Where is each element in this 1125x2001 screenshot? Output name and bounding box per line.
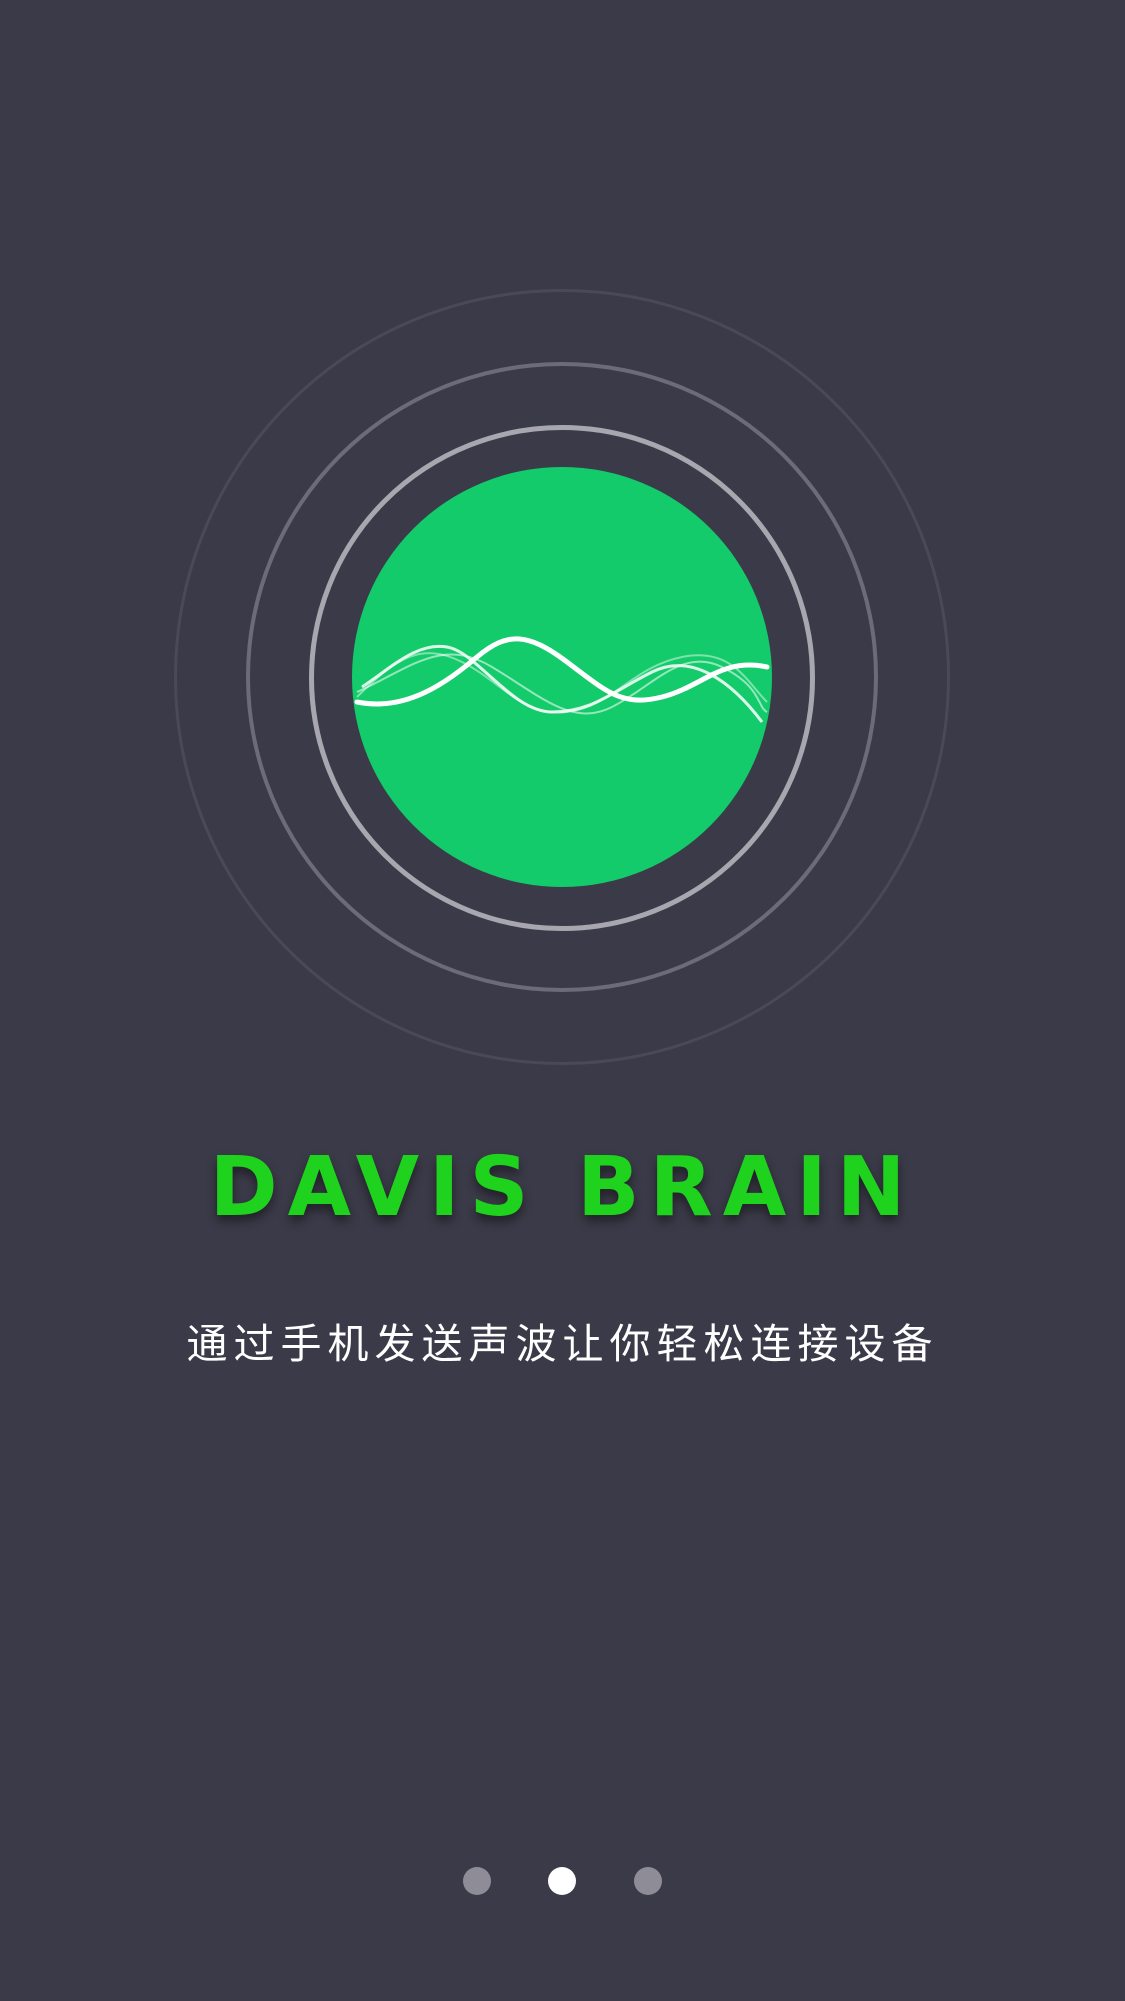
sound-wave-icon [354,636,770,723]
page-dot-3[interactable] [634,1867,662,1895]
page-dot-2-active[interactable] [548,1867,576,1895]
onboarding-screen: DAVIS BRAIN 通过手机发送声波让你轻松连接设备 [0,0,1125,2001]
page-dot-1[interactable] [463,1867,491,1895]
page-indicator [0,1867,1125,1897]
brand-title: DAVIS BRAIN [209,1140,916,1235]
sound-wave-circle [352,467,772,887]
tagline: 通过手机发送声波让你轻松连接设备 [186,1320,939,1368]
